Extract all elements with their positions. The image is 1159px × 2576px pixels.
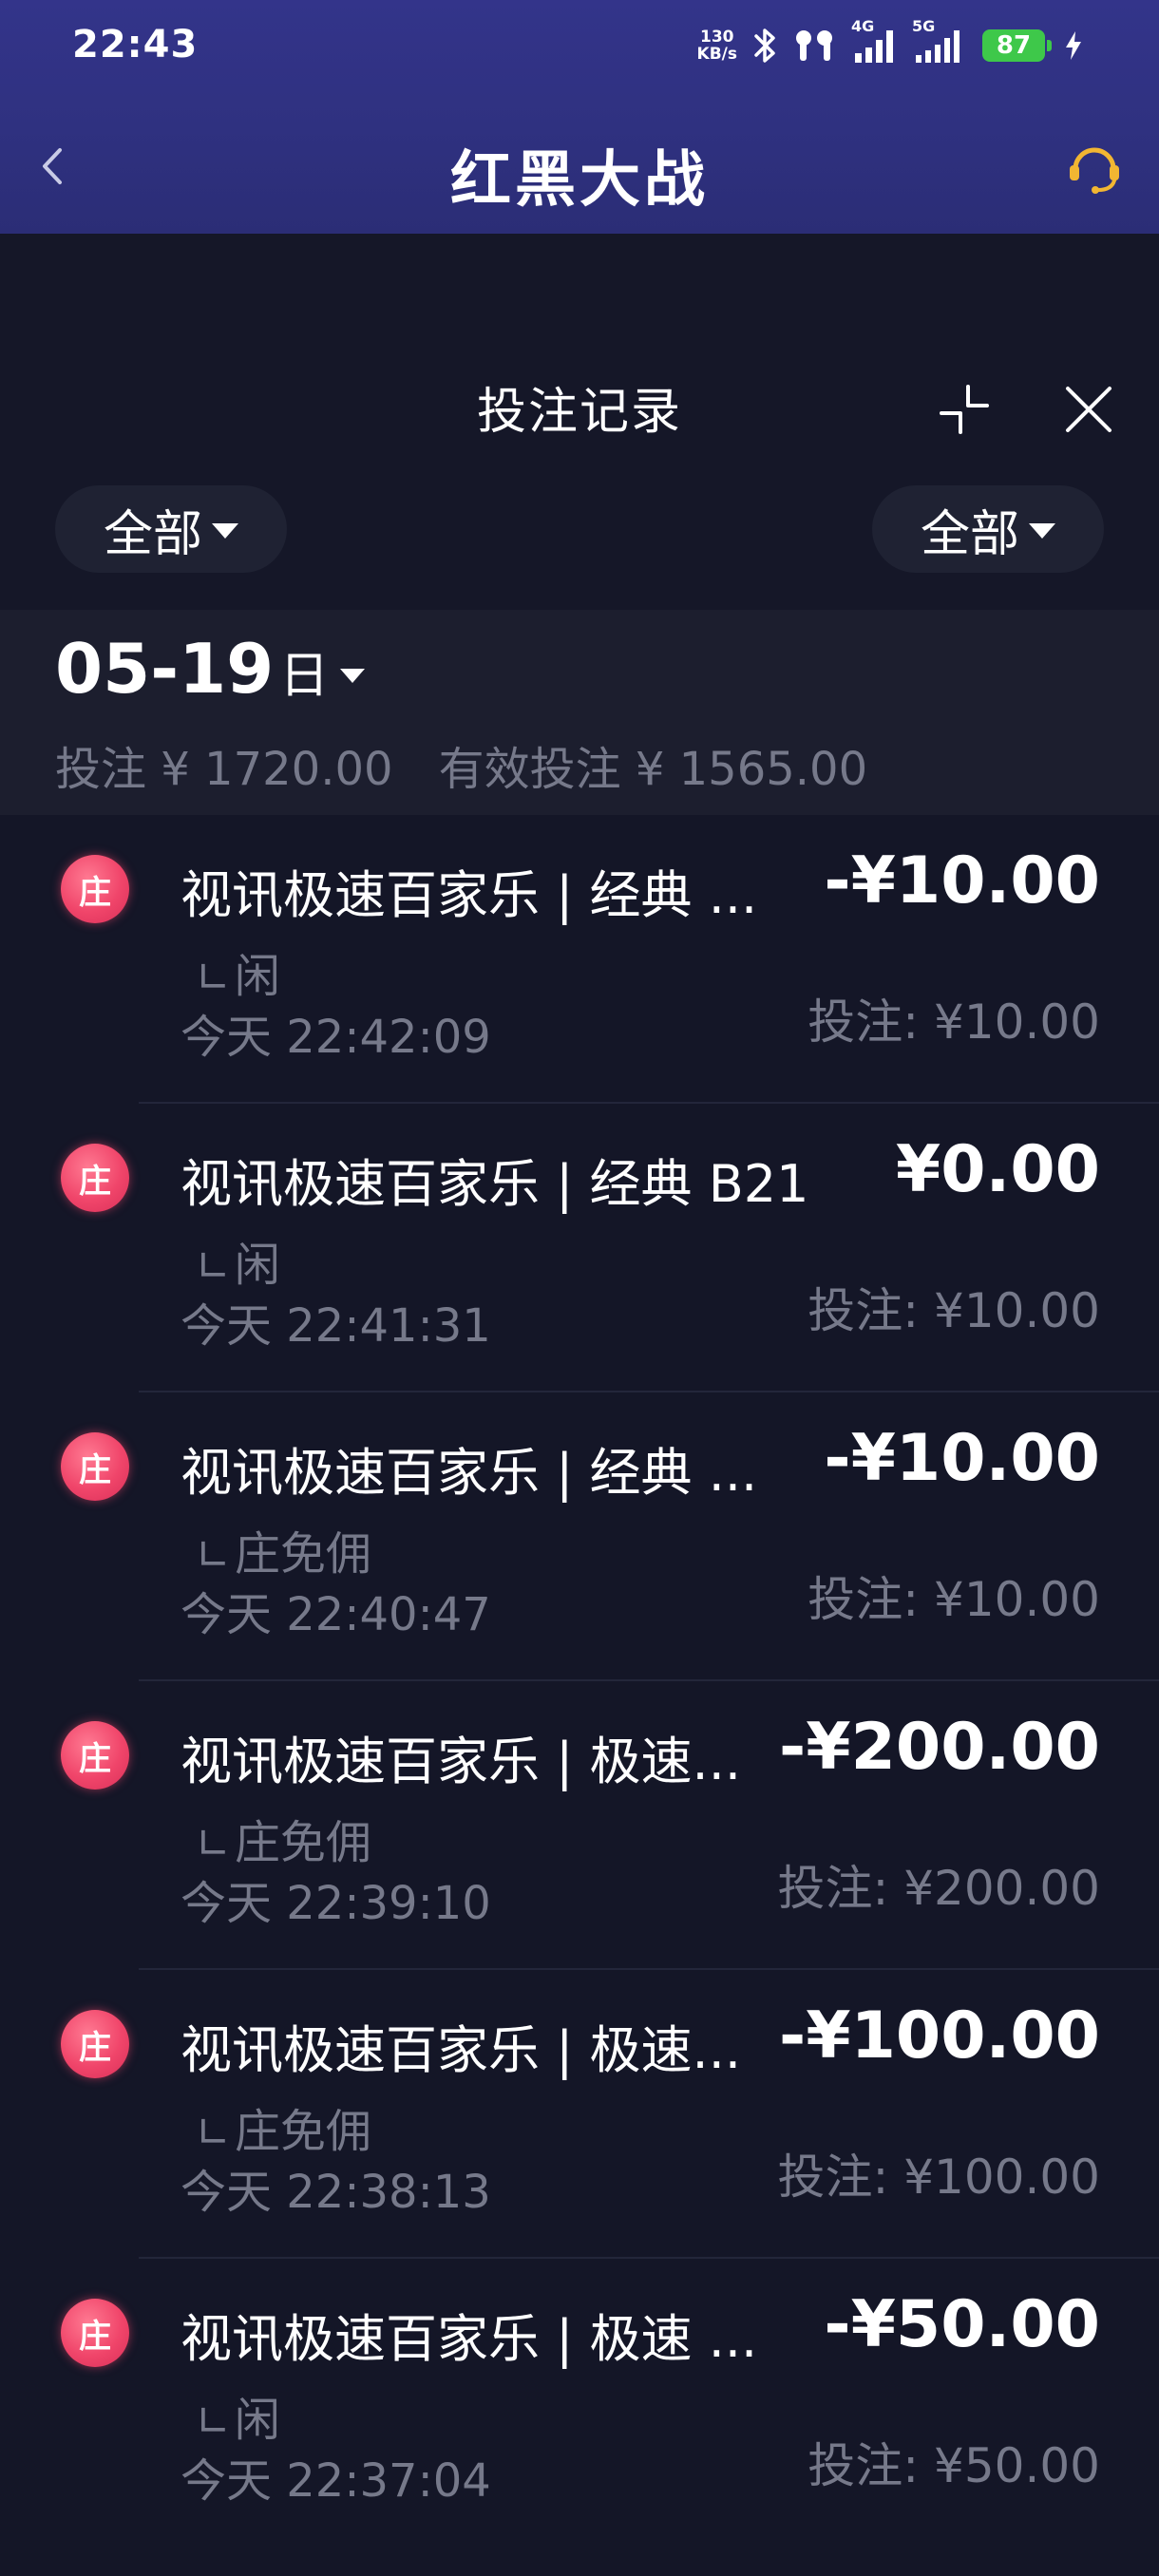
status-time: 22:43 bbox=[72, 23, 199, 66]
branch-icon: ∟ bbox=[196, 1242, 231, 1291]
signal-5g-icon: 5G bbox=[912, 17, 969, 65]
list-item[interactable]: 庄 视讯极速百家乐 | 经典 B21 ¥0.00 ∟闲 今天 22:41:31 … bbox=[0, 1104, 1159, 1392]
bet-type: ∟庄免佣 bbox=[196, 2093, 371, 2160]
bet-time: 今天 22:42:09 bbox=[180, 1011, 491, 1064]
bet-total: 投注 ¥ 1720.00 bbox=[55, 743, 393, 796]
caret-down-icon bbox=[1029, 523, 1055, 539]
signal-4g-label: 4G bbox=[851, 17, 875, 35]
battery-level: 87 bbox=[996, 31, 1032, 60]
branch-icon: ∟ bbox=[196, 1820, 231, 1868]
bolt-icon bbox=[1064, 29, 1083, 62]
list-item[interactable]: 庄 视讯极速百家乐 | 经典 ... -¥10.00 ∟闲 今天 22:42:0… bbox=[0, 815, 1159, 1104]
branch-icon: ∟ bbox=[196, 954, 231, 1002]
close-icon bbox=[1066, 387, 1112, 432]
bet-record-list: 庄 视讯极速百家乐 | 经典 ... -¥10.00 ∟闲 今天 22:42:0… bbox=[0, 815, 1159, 2548]
app-header: 22:43 130 KB/s 4G 5G 87 红黑大战 bbox=[0, 0, 1159, 234]
game-name: 视讯极速百家乐 | 极速... bbox=[180, 1732, 742, 1791]
bet-time: 今天 22:40:47 bbox=[180, 1588, 491, 1641]
banker-badge: 庄 bbox=[61, 1144, 129, 1212]
game-name: 视讯极速百家乐 | 经典 B21 bbox=[180, 1154, 809, 1214]
date-weekday: 日 bbox=[279, 648, 330, 705]
win-loss-amount: -¥200.00 bbox=[779, 1710, 1100, 1785]
game-filter-dropdown[interactable]: 全部 bbox=[55, 485, 287, 573]
banker-badge: 庄 bbox=[61, 1721, 129, 1790]
collapse-button[interactable] bbox=[926, 371, 1002, 447]
bet-stake: 投注: ¥200.00 bbox=[777, 1861, 1100, 1916]
branch-icon: ∟ bbox=[196, 2397, 231, 2446]
bet-type: ∟闲 bbox=[196, 938, 280, 1005]
status-filter-dropdown[interactable]: 全部 bbox=[872, 485, 1104, 573]
headset-icon bbox=[1070, 147, 1119, 194]
bet-stake: 投注: ¥50.00 bbox=[808, 2438, 1100, 2493]
bet-time: 今天 22:41:31 bbox=[180, 1299, 491, 1353]
game-filter-label: 全部 bbox=[103, 505, 202, 563]
caret-down-icon bbox=[212, 523, 238, 539]
bet-type: ∟庄免佣 bbox=[196, 1805, 371, 1871]
collapse-icon bbox=[940, 385, 989, 434]
status-icons: 130 KB/s 4G 5G 87 bbox=[697, 17, 1083, 70]
bet-totals: 投注 ¥ 1720.00 有效投注 ¥ 1565.00 bbox=[55, 731, 867, 798]
bet-time: 今天 22:39:10 bbox=[180, 1877, 491, 1930]
date-picker[interactable]: 05-19 日 bbox=[55, 629, 366, 709]
bet-stake: 投注: ¥10.00 bbox=[808, 994, 1100, 1050]
bet-stake: 投注: ¥10.00 bbox=[808, 1283, 1100, 1338]
win-loss-amount: -¥10.00 bbox=[824, 1421, 1100, 1496]
network-speed: 130 KB/s bbox=[697, 28, 737, 63]
bet-time: 今天 22:38:13 bbox=[180, 2166, 491, 2219]
branch-icon: ∟ bbox=[196, 1531, 231, 1580]
bet-type-label: 庄免佣 bbox=[234, 2105, 371, 2158]
status-bar: 22:43 130 KB/s 4G 5G 87 bbox=[0, 0, 1159, 91]
signal-4g-icon: 4G bbox=[851, 17, 899, 65]
game-name: 视讯极速百家乐 | 极速... bbox=[180, 2020, 742, 2080]
game-name: 视讯极速百家乐 | 经典 ... bbox=[180, 1443, 758, 1503]
bet-type-label: 庄免佣 bbox=[234, 1527, 371, 1581]
network-speed-unit: KB/s bbox=[696, 45, 737, 64]
win-loss-amount: -¥50.00 bbox=[824, 2287, 1100, 2362]
win-loss-amount: -¥10.00 bbox=[824, 843, 1100, 919]
battery-indicator: 87 bbox=[982, 29, 1052, 62]
bet-type-label: 闲 bbox=[234, 1239, 280, 1292]
game-name: 视讯极速百家乐 | 经典 ... bbox=[180, 865, 758, 925]
status-filter-label: 全部 bbox=[920, 505, 1019, 563]
list-item[interactable]: 庄 视讯极速百家乐 | 经典 ... -¥10.00 ∟庄免佣 今天 22:40… bbox=[0, 1392, 1159, 1681]
close-button[interactable] bbox=[1051, 371, 1127, 447]
nav-bar: 红黑大战 bbox=[0, 104, 1159, 228]
bet-stake: 投注: ¥100.00 bbox=[777, 2150, 1100, 2205]
win-loss-amount: -¥100.00 bbox=[779, 1998, 1100, 2074]
page-title: 红黑大战 bbox=[450, 145, 709, 216]
branch-icon: ∟ bbox=[196, 2109, 231, 2157]
bet-type: ∟闲 bbox=[196, 1227, 280, 1294]
network-speed-value: 130 bbox=[700, 28, 734, 47]
bet-time: 今天 22:37:04 bbox=[180, 2454, 491, 2508]
date-text: 05-19 bbox=[55, 629, 275, 709]
valid-bet-total: 有效投注 ¥ 1565.00 bbox=[438, 743, 868, 796]
bet-type: ∟庄免佣 bbox=[196, 1516, 371, 1582]
banker-badge: 庄 bbox=[61, 855, 129, 923]
bet-record-panel-header: 投注记录 全部 全部 bbox=[0, 234, 1159, 610]
signal-5g-label: 5G bbox=[912, 17, 936, 35]
banker-badge: 庄 bbox=[61, 1432, 129, 1501]
bet-type-label: 闲 bbox=[234, 2394, 280, 2447]
list-item[interactable]: 庄 视讯极速百家乐 | 极速... -¥200.00 ∟庄免佣 今天 22:39… bbox=[0, 1681, 1159, 1970]
win-loss-amount: ¥0.00 bbox=[895, 1132, 1100, 1207]
bet-type: ∟闲 bbox=[196, 2382, 280, 2449]
bluetooth-icon bbox=[750, 27, 779, 65]
caret-down-icon bbox=[340, 668, 366, 683]
bet-stake: 投注: ¥10.00 bbox=[808, 1572, 1100, 1627]
customer-support-button[interactable] bbox=[1058, 131, 1130, 203]
game-name: 视讯极速百家乐 | 极速 ... bbox=[180, 2309, 758, 2369]
list-item[interactable]: 庄 视讯极速百家乐 | 极速... -¥100.00 ∟庄免佣 今天 22:38… bbox=[0, 1970, 1159, 2259]
bet-type-label: 闲 bbox=[234, 950, 280, 1003]
list-item[interactable]: 庄 视讯极速百家乐 | 极速 ... -¥50.00 ∟闲 今天 22:37:0… bbox=[0, 2259, 1159, 2548]
date-summary: 05-19 日 投注 ¥ 1720.00 有效投注 ¥ 1565.00 bbox=[0, 610, 1159, 815]
banker-badge: 庄 bbox=[61, 2299, 129, 2367]
banker-badge: 庄 bbox=[61, 2010, 129, 2078]
earbuds-icon bbox=[792, 27, 838, 65]
bet-type-label: 庄免佣 bbox=[234, 1816, 371, 1869]
